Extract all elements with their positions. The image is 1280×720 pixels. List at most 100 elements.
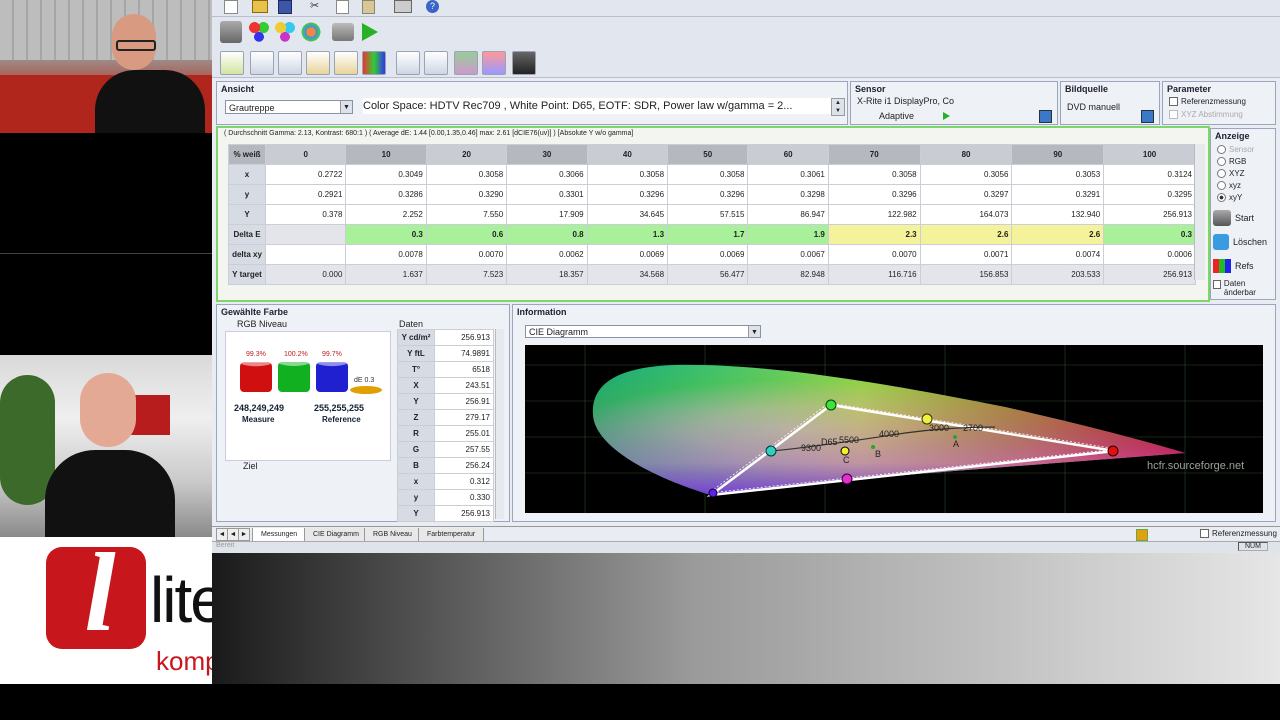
anzeige-radio-xyz[interactable]: XYZ bbox=[1217, 167, 1254, 179]
column-header[interactable]: 10 bbox=[345, 144, 427, 165]
table-cell[interactable]: 18.357 bbox=[506, 264, 588, 285]
table-cell[interactable]: 7.523 bbox=[425, 264, 508, 285]
help-icon[interactable]: ? bbox=[426, 0, 439, 13]
table-cell[interactable]: 0.3290 bbox=[425, 184, 508, 205]
table-cell[interactable]: 0.3 bbox=[345, 224, 427, 245]
ansicht-select[interactable]: Grautreppe ▼ bbox=[225, 100, 353, 114]
table-cell[interactable]: 0.3297 bbox=[919, 184, 1013, 205]
cie-diagram[interactable]: D65 5500 9300 4000 3000 2700 A B C hcfr.… bbox=[525, 345, 1263, 513]
graph-view-9-icon[interactable] bbox=[454, 51, 478, 75]
rgb-balls-icon[interactable] bbox=[248, 21, 270, 43]
column-header[interactable]: 50 bbox=[667, 144, 749, 165]
table-cell[interactable]: 1.9 bbox=[747, 224, 829, 245]
table-cell[interactable]: 0.0070 bbox=[425, 244, 508, 265]
cut-icon[interactable]: ✂ bbox=[310, 0, 322, 12]
column-header[interactable]: 20 bbox=[425, 144, 508, 165]
graph-view-2-icon[interactable] bbox=[250, 51, 274, 75]
table-cell[interactable]: 0.6 bbox=[425, 224, 508, 245]
table-cell[interactable]: 2.6 bbox=[1011, 224, 1105, 245]
column-header[interactable]: 100 bbox=[1103, 144, 1196, 165]
table-cell[interactable]: 164.073 bbox=[919, 204, 1013, 225]
information-select[interactable]: CIE Diagramm ▼ bbox=[525, 325, 761, 338]
palette-icon[interactable] bbox=[300, 21, 322, 43]
table-cell[interactable]: 0.378 bbox=[264, 204, 347, 225]
table-cell[interactable]: 0.0006 bbox=[1103, 244, 1196, 265]
table-cell[interactable]: 116.716 bbox=[827, 264, 921, 285]
table-vscrollbar[interactable] bbox=[1194, 144, 1205, 280]
tab-farbtemperatur[interactable]: Farbtemperatur bbox=[418, 528, 485, 542]
table-cell[interactable]: 0.0067 bbox=[747, 244, 829, 265]
column-header[interactable]: 30 bbox=[506, 144, 588, 165]
daten-value[interactable]: 255.01 bbox=[434, 425, 494, 442]
print-icon[interactable] bbox=[394, 0, 412, 13]
table-cell[interactable]: 203.533 bbox=[1011, 264, 1105, 285]
daten-aenderbar-checkbox[interactable]: Daten änderbar bbox=[1213, 279, 1271, 297]
table-cell[interactable]: 156.853 bbox=[919, 264, 1013, 285]
table-cell[interactable]: 86.947 bbox=[747, 204, 829, 225]
daten-value[interactable]: 74.9891 bbox=[434, 345, 494, 362]
daten-value[interactable]: 0.312 bbox=[434, 473, 494, 490]
table-cell[interactable]: 0.0069 bbox=[586, 244, 669, 265]
tab-messungen[interactable]: Messungen bbox=[252, 528, 307, 542]
graph-view-3-icon[interactable] bbox=[278, 51, 302, 75]
table-cell[interactable]: 0.000 bbox=[264, 264, 347, 285]
status-referenz-checkbox[interactable]: Referenzmessung bbox=[1200, 529, 1277, 538]
camera-icon[interactable] bbox=[332, 23, 354, 41]
graph-view-10-icon[interactable] bbox=[482, 51, 506, 75]
table-cell[interactable]: 256.913 bbox=[1103, 264, 1196, 285]
tab-nav-next[interactable]: ► bbox=[238, 528, 250, 541]
graph-view-1-icon[interactable] bbox=[220, 51, 244, 75]
table-cell[interactable]: 1.3 bbox=[586, 224, 669, 245]
table-cell[interactable]: 0.8 bbox=[506, 224, 588, 245]
sensor-config-icon[interactable] bbox=[1039, 110, 1052, 123]
table-cell[interactable] bbox=[264, 244, 347, 265]
column-header[interactable]: 40 bbox=[586, 144, 669, 165]
table-cell[interactable]: 34.568 bbox=[586, 264, 669, 285]
column-header[interactable]: 90 bbox=[1011, 144, 1105, 165]
bildquelle-config-icon[interactable] bbox=[1141, 110, 1154, 123]
table-cell[interactable]: 57.515 bbox=[667, 204, 749, 225]
table-cell[interactable]: 0.3301 bbox=[506, 184, 588, 205]
anzeige-radio-xyy[interactable]: xyY bbox=[1217, 191, 1254, 203]
column-header[interactable]: 70 bbox=[827, 144, 921, 165]
sensor-play-icon[interactable] bbox=[943, 112, 950, 120]
anzeige-radio-sensor[interactable]: Sensor bbox=[1217, 143, 1254, 155]
table-cell[interactable]: 0.0069 bbox=[667, 244, 749, 265]
daten-value[interactable]: 256.91 bbox=[434, 393, 494, 410]
table-cell[interactable]: 256.913 bbox=[1103, 204, 1196, 225]
table-cell[interactable]: 1.7 bbox=[667, 224, 749, 245]
anzeige-radio-xyz[interactable]: xyz bbox=[1217, 179, 1254, 191]
table-cell[interactable]: 0.3049 bbox=[345, 164, 427, 185]
column-header[interactable]: 60 bbox=[747, 144, 829, 165]
table-cell[interactable]: 0.0071 bbox=[919, 244, 1013, 265]
table-cell[interactable]: 0.2921 bbox=[264, 184, 347, 205]
daten-value[interactable]: 6518 bbox=[434, 361, 494, 378]
table-cell[interactable]: 17.909 bbox=[506, 204, 588, 225]
refs-button[interactable]: Refs bbox=[1213, 255, 1273, 277]
graph-view-5-icon[interactable] bbox=[334, 51, 358, 75]
table-cell[interactable]: 0.3053 bbox=[1011, 164, 1105, 185]
table-cell[interactable]: 0.3 bbox=[1103, 224, 1196, 245]
generator-icon[interactable] bbox=[220, 21, 242, 43]
copy-icon[interactable] bbox=[336, 0, 349, 14]
table-cell[interactable]: 2.3 bbox=[827, 224, 921, 245]
daten-value[interactable]: 243.51 bbox=[434, 377, 494, 394]
table-cell[interactable]: 1.637 bbox=[345, 264, 427, 285]
daten-vscrollbar[interactable] bbox=[495, 329, 504, 519]
table-cell[interactable]: 132.940 bbox=[1011, 204, 1105, 225]
table-cell[interactable]: 0.3058 bbox=[586, 164, 669, 185]
table-cell[interactable]: 122.982 bbox=[827, 204, 921, 225]
table-cell[interactable] bbox=[264, 224, 347, 245]
table-cell[interactable]: 2.252 bbox=[345, 204, 427, 225]
table-cell[interactable]: 7.550 bbox=[425, 204, 508, 225]
graph-view-6-icon[interactable] bbox=[362, 51, 386, 75]
table-cell[interactable]: 0.3058 bbox=[425, 164, 508, 185]
tab-cie-diagramm[interactable]: CIE Diagramm bbox=[304, 528, 368, 542]
graph-view-8-icon[interactable] bbox=[424, 51, 448, 75]
play-icon[interactable] bbox=[362, 23, 378, 41]
start-button[interactable]: Start bbox=[1213, 207, 1273, 229]
tab-rgb-niveau[interactable]: RGB Niveau bbox=[364, 528, 421, 542]
table-cell[interactable]: 0.0078 bbox=[345, 244, 427, 265]
graph-view-11-icon[interactable] bbox=[512, 51, 536, 75]
table-cell[interactable]: 0.2722 bbox=[264, 164, 347, 185]
